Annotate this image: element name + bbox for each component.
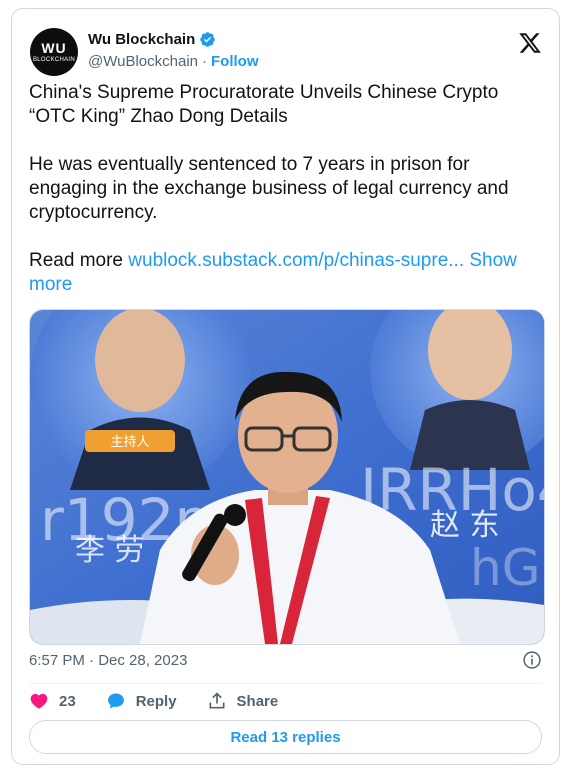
tweet-header: WU BLOCKCHAIN Wu Blockchain @WuBlockchai… xyxy=(28,19,543,79)
reply-label: Reply xyxy=(135,692,177,710)
left-name-text: 李 劳 xyxy=(75,533,145,568)
author-info: Wu Blockchain @WuBlockchain · Follow xyxy=(88,31,259,70)
avatar-line1: WU xyxy=(41,40,67,56)
avatar[interactable]: WU BLOCKCHAIN xyxy=(30,28,78,76)
info-icon[interactable] xyxy=(522,650,542,670)
tweet-paragraph-1: China's Supreme Procuratorate Unveils Ch… xyxy=(29,82,499,127)
share-label: Share xyxy=(236,692,279,710)
article-link[interactable]: wublock.substack.com/p/chinas-supre... xyxy=(128,250,464,271)
heart-icon xyxy=(30,693,48,709)
separator-dot: · xyxy=(202,53,207,70)
reply-bubble-icon xyxy=(107,693,124,709)
share-icon xyxy=(209,692,225,709)
tweet-body: China's Supreme Procuratorate Unveils Ch… xyxy=(29,81,549,297)
like-button[interactable]: 23 xyxy=(29,691,76,711)
read-more-prefix: Read more xyxy=(29,250,123,271)
banner-text-3: hG xyxy=(470,539,540,597)
tweet-photo[interactable]: 主持人 r192m IRRHo4 hG 李 劳 赵 东 xyxy=(29,309,545,645)
right-name-text: 赵 东 xyxy=(430,508,500,543)
tweet-timestamp[interactable]: 6:57 PM · Dec 28, 2023 xyxy=(29,652,187,669)
divider xyxy=(29,683,542,684)
tweet-read-more: Read more wublock.substack.com/p/chinas-… xyxy=(29,249,549,297)
share-button[interactable]: Share xyxy=(207,691,279,711)
handle[interactable]: @WuBlockchain xyxy=(88,53,198,70)
tweet-paragraph-2: He was eventually sentenced to 7 years i… xyxy=(29,154,509,223)
action-bar: 23 Reply Share xyxy=(29,689,308,713)
host-label: 主持人 xyxy=(110,435,149,450)
x-logo-icon[interactable] xyxy=(517,31,543,55)
avatar-line2: BLOCKCHAIN xyxy=(32,57,75,63)
likes-count: 23 xyxy=(59,692,76,710)
verified-badge-icon xyxy=(200,32,216,47)
photo-illustration: 主持人 r192m IRRHo4 hG 李 劳 赵 东 xyxy=(30,310,544,644)
display-name[interactable]: Wu Blockchain xyxy=(88,31,195,48)
tweet-card: WU BLOCKCHAIN Wu Blockchain @WuBlockchai… xyxy=(11,8,560,765)
follow-button[interactable]: Follow xyxy=(211,53,259,70)
reply-button[interactable]: Reply xyxy=(106,691,177,711)
read-replies-button[interactable]: Read 13 replies xyxy=(29,720,542,754)
